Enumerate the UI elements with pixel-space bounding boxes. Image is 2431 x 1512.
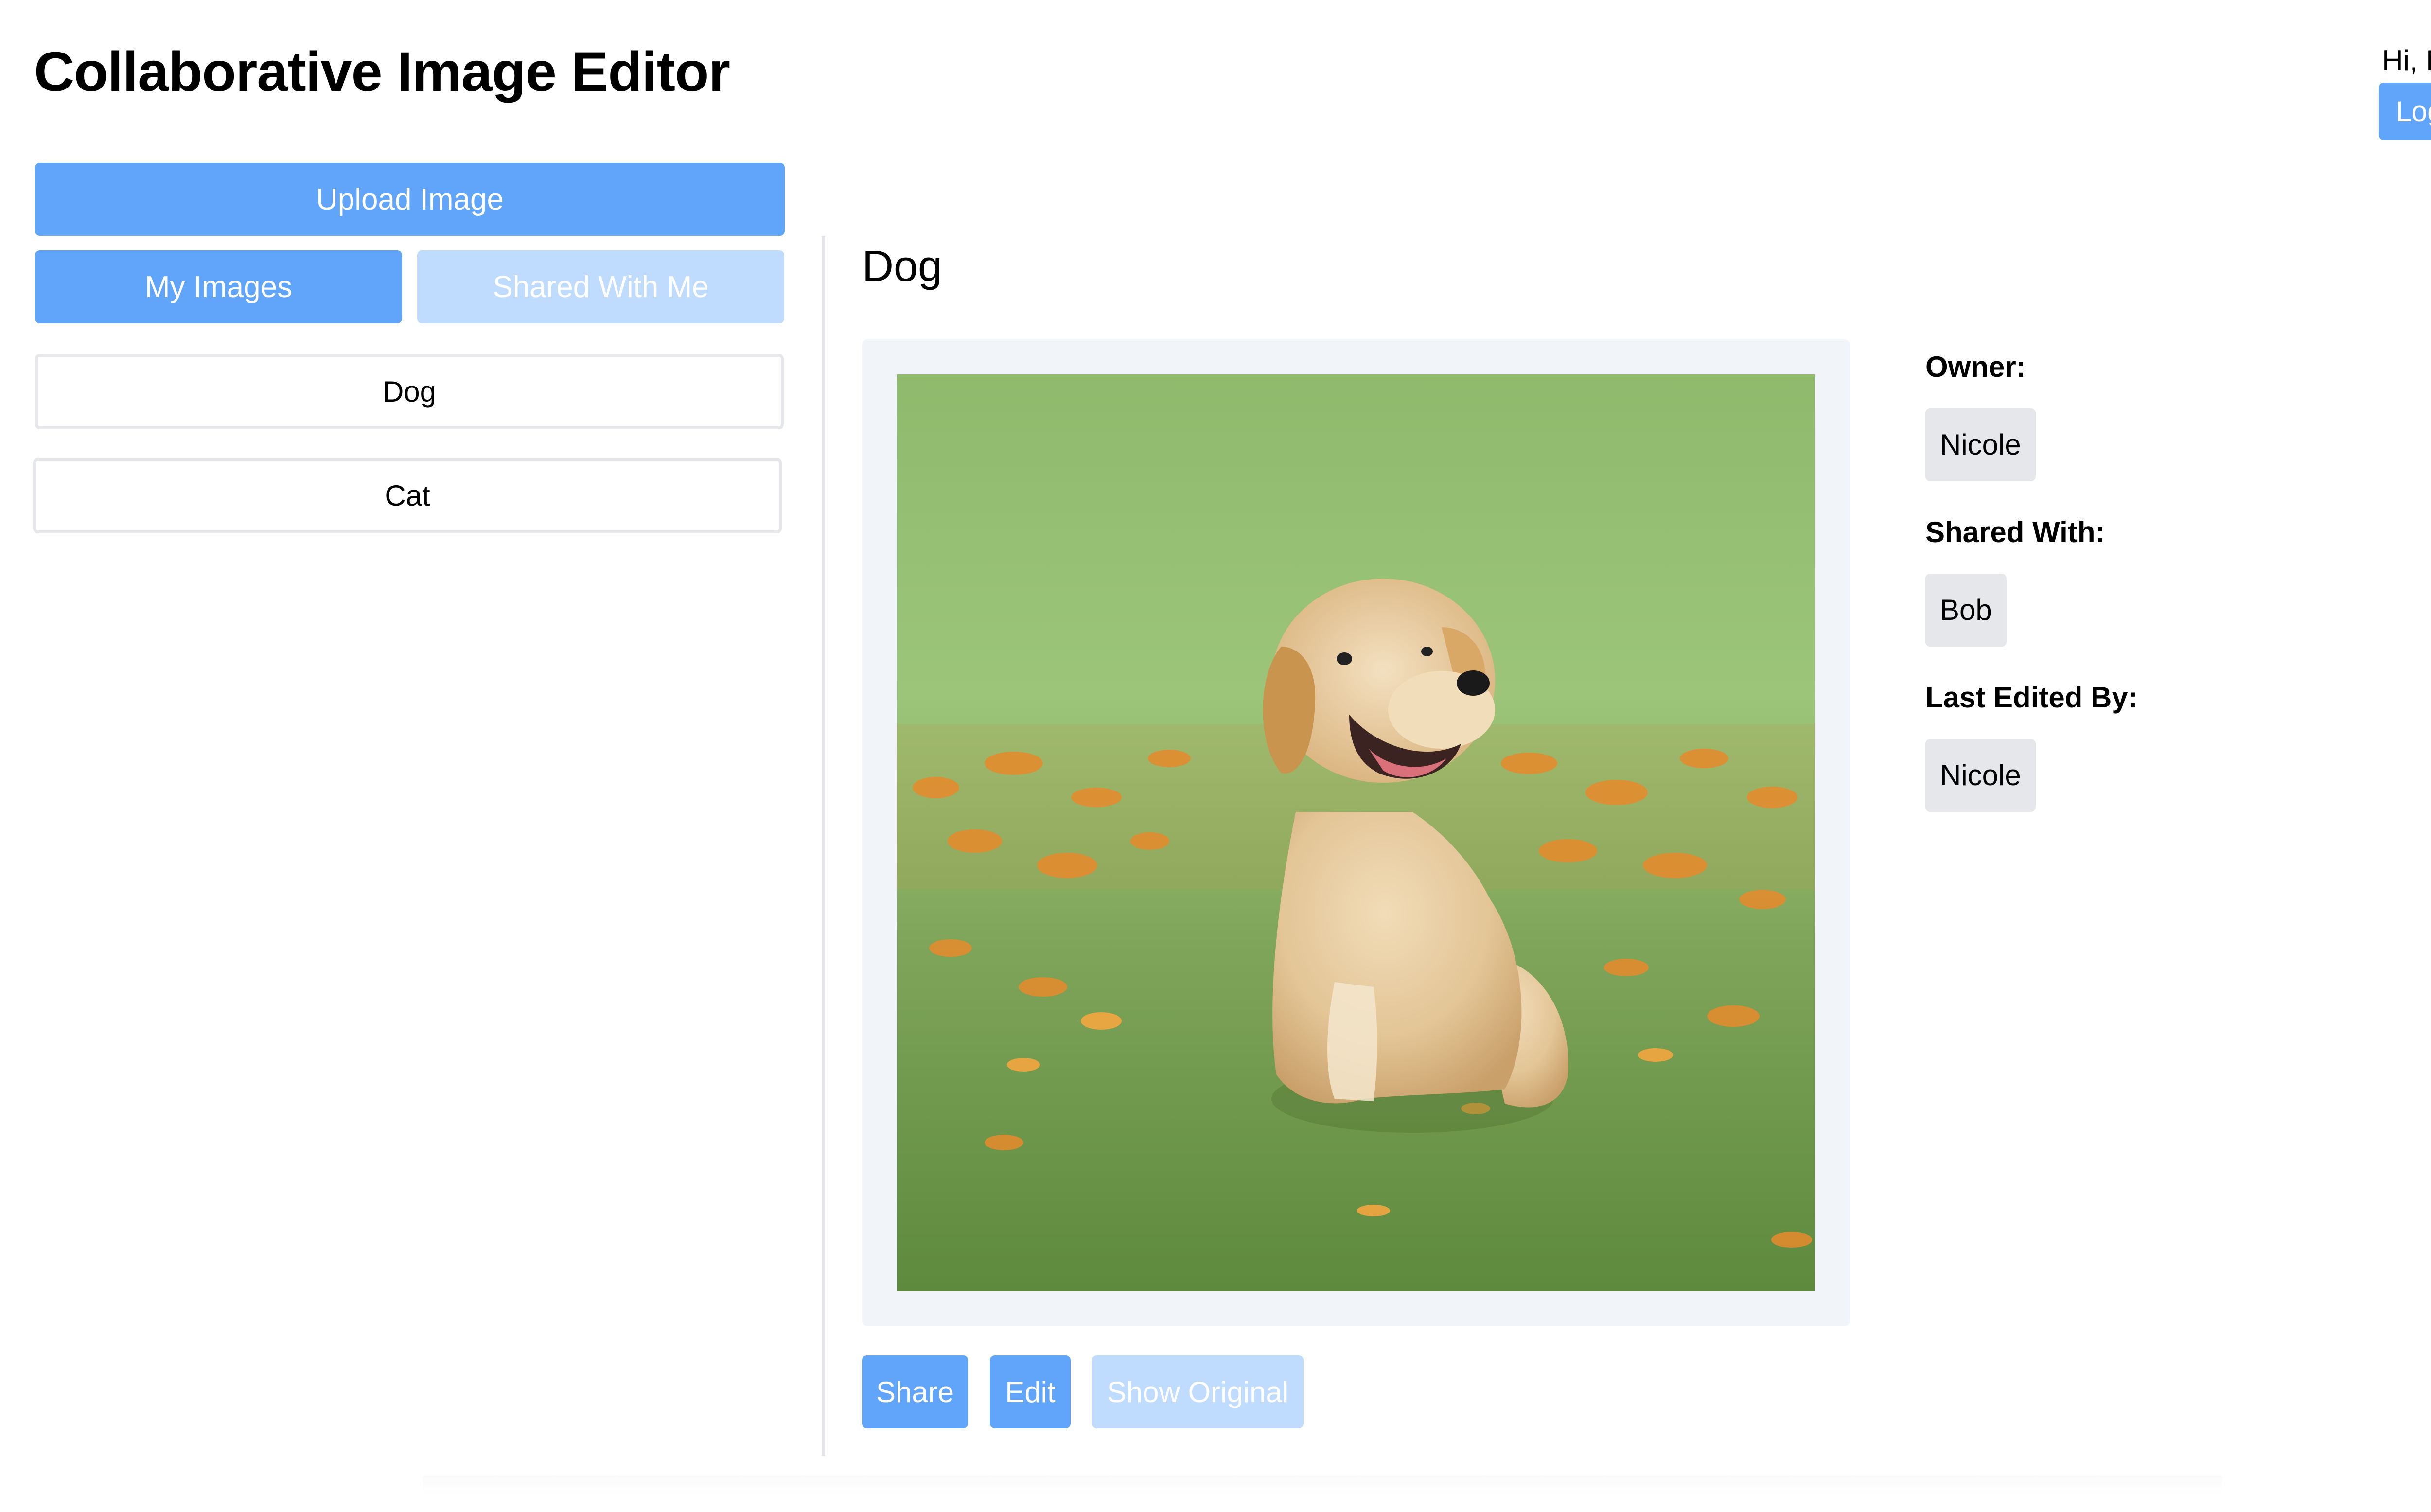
- image-list-item-dog[interactable]: Dog: [35, 354, 784, 429]
- last-edited-chip: Nicole: [1925, 739, 2036, 812]
- page: Collaborative Image Editor Hi, Nicole Lo…: [0, 0, 2431, 1512]
- shared-with-label: Shared With:: [1925, 516, 2105, 548]
- user-box: Hi, Nicole Log out: [2371, 42, 2431, 140]
- image-title: Dog: [862, 242, 943, 291]
- dog-photo: [897, 374, 1815, 1291]
- image-info-panel: Owner: Nicole Shared With: Bob Last Edit…: [1925, 345, 2266, 841]
- image-frame: [862, 339, 1850, 1326]
- panel-divider: [822, 236, 825, 1456]
- bottom-shadow: [423, 1476, 2222, 1495]
- image-list-item-cat[interactable]: Cat: [33, 458, 782, 533]
- tab-my-images[interactable]: My Images: [35, 250, 402, 323]
- share-button[interactable]: Share: [862, 1355, 968, 1428]
- tab-shared-with-me[interactable]: Shared With Me: [417, 250, 784, 323]
- app-title: Collaborative Image Editor: [34, 41, 730, 103]
- user-greeting: Hi, Nicole: [2382, 44, 2431, 77]
- shared-with-chip: Bob: [1925, 574, 2007, 647]
- upload-image-button[interactable]: Upload Image: [35, 163, 785, 236]
- edit-button[interactable]: Edit: [990, 1355, 1071, 1428]
- owner-chip: Nicole: [1925, 408, 2036, 481]
- last-edited-label: Last Edited By:: [1925, 681, 2138, 714]
- owner-label: Owner:: [1925, 351, 2026, 383]
- show-original-button[interactable]: Show Original: [1092, 1355, 1304, 1428]
- logout-button[interactable]: Log out: [2379, 83, 2431, 140]
